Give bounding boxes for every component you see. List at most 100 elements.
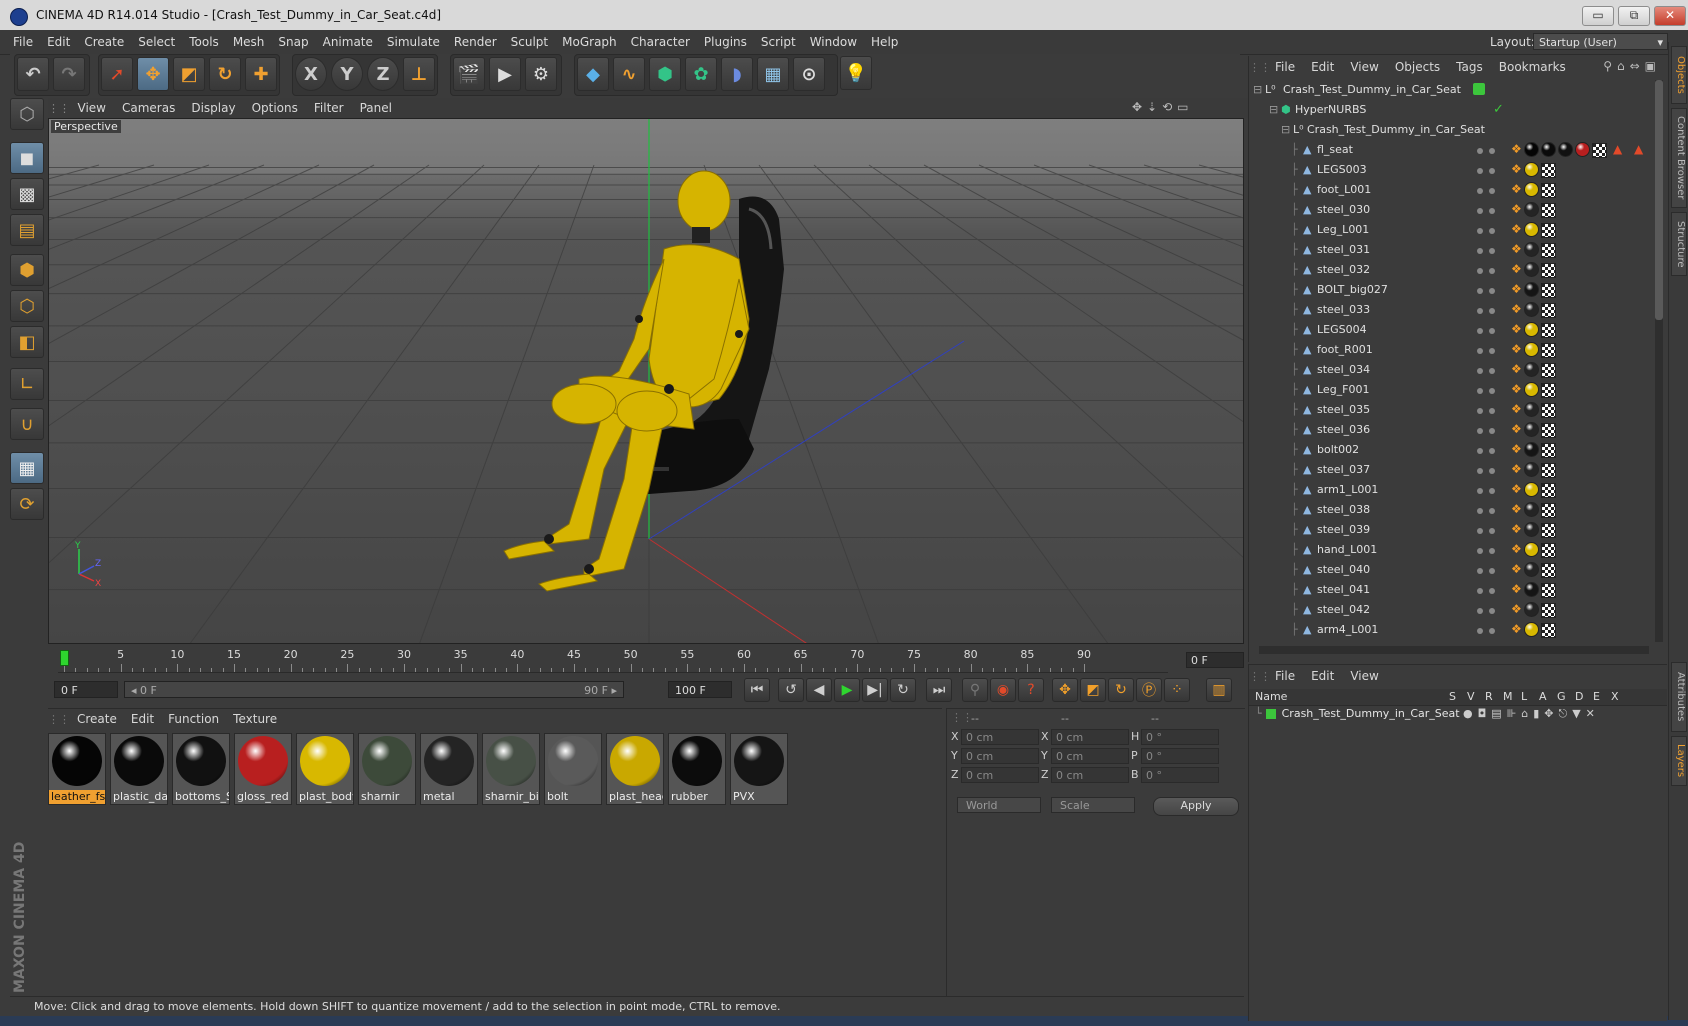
viewport-menu-filter[interactable]: Filter [306,98,352,118]
object-menu-view[interactable]: View [1342,56,1386,78]
uvw-tag-icon[interactable] [1541,343,1556,358]
phong-tag-icon[interactable]: ❖ [1511,562,1522,576]
menu-file[interactable]: File [6,30,40,54]
preview-range-slider[interactable]: ◂ 0 F 90 F ▸ [124,681,624,698]
enabled-check-icon[interactable]: ✓ [1493,102,1504,117]
coord-position-field[interactable]: 0 cm [961,767,1039,783]
move-tool-icon[interactable]: ✥ [137,57,169,91]
live-select-icon[interactable]: ✚ [245,57,277,91]
material-tag[interactable] [1524,462,1539,477]
phong-tag-icon[interactable]: ❖ [1511,502,1522,516]
object-row[interactable]: ├ ▲ arm4_L001 ❖ [1251,620,1651,640]
key-position-icon[interactable]: ✥ [1052,678,1078,702]
keyframe-selection-icon[interactable]: ? [1018,678,1044,702]
material-menu-edit[interactable]: Edit [124,709,161,729]
tab-layers[interactable]: Layers [1671,736,1687,786]
tab-content-browser[interactable]: Content Browser [1671,108,1687,208]
current-frame-field[interactable]: 0 F [1186,652,1244,668]
editor-visibility-dot[interactable] [1477,588,1483,594]
collapse-toggle-icon[interactable]: ⊟ [1253,83,1262,96]
object-row[interactable]: ├ ▲ foot_R001 ❖ [1251,340,1651,360]
y-axis-lock-button[interactable]: Y [331,57,363,91]
phong-tag-icon[interactable]: ❖ [1511,422,1522,436]
coord-size-field[interactable]: 0 cm [1051,748,1129,764]
phong-tag-icon[interactable]: ❖ [1511,362,1522,376]
uvw-tag-icon[interactable] [1541,603,1556,618]
visibility-dots[interactable] [1477,244,1505,256]
material-tag[interactable] [1524,622,1539,637]
uvw-tag-icon[interactable] [1541,443,1556,458]
menu-character[interactable]: Character [624,30,697,54]
autokey-icon[interactable]: ◉ [990,678,1016,702]
size-mode-select[interactable]: Scale [1051,797,1135,813]
menu-snap[interactable]: Snap [271,30,315,54]
visibility-dots[interactable] [1477,384,1505,396]
menu-window[interactable]: Window [803,30,864,54]
phong-tag-icon[interactable]: ❖ [1511,402,1522,416]
viewport-menu-view[interactable]: View [70,98,114,118]
editor-visibility-dot[interactable] [1477,228,1483,234]
material-tag[interactable] [1524,182,1539,197]
uvw-tag-icon[interactable] [1541,623,1556,638]
visibility-dots[interactable] [1477,584,1505,596]
visibility-dots[interactable] [1477,204,1505,216]
visibility-dots[interactable] [1477,504,1505,516]
uvw-tag-icon[interactable] [1541,203,1556,218]
make-editable-icon[interactable]: ⬡ [10,98,44,130]
material-tag[interactable] [1524,502,1539,517]
object-row[interactable]: ├ ▲ arm1_L001 ❖ [1251,480,1651,500]
timeline-playhead[interactable] [60,650,69,666]
phong-tag-icon[interactable]: ❖ [1511,482,1522,496]
render-visibility-dot[interactable] [1489,228,1495,234]
object-scroll-thumb[interactable] [1655,80,1663,320]
visibility-dots[interactable] [1477,284,1505,296]
key-pla-icon[interactable]: ⁘ [1164,678,1190,702]
editor-visibility-dot[interactable] [1477,348,1483,354]
uvw-tag-icon[interactable] [1541,403,1556,418]
layer-color-chip[interactable] [1473,83,1485,95]
play-icon[interactable]: ▶ [834,678,860,702]
render-visibility-dot[interactable] [1489,468,1495,474]
coord-size-field[interactable]: 0 cm [1051,729,1129,745]
apply-button[interactable]: Apply [1153,797,1239,816]
material-tag[interactable] [1524,522,1539,537]
coordinate-mode-select[interactable]: World [957,797,1041,813]
visibility-dots[interactable] [1477,184,1505,196]
phong-tag-icon[interactable]: ❖ [1511,202,1522,216]
uvw-tag-icon[interactable] [1541,303,1556,318]
menu-sculpt[interactable]: Sculpt [504,30,555,54]
visibility-dots[interactable] [1477,224,1505,236]
layer-toggle-icons[interactable]: ●◘▤⊪⌂▮✥⎋▼✕ [1463,707,1663,721]
render-visibility-dot[interactable] [1489,448,1495,454]
material-swatch[interactable]: metal [420,733,478,805]
tab-structure[interactable]: Structure [1671,212,1687,276]
uvw-tag-icon[interactable] [1541,383,1556,398]
material-menu-function[interactable]: Function [161,709,226,729]
soft-selection-icon[interactable]: ⟳ [10,488,44,520]
deformer-icon[interactable]: ◗ [721,57,753,91]
uvw-tag-icon[interactable] [1541,483,1556,498]
uvw-tag-icon[interactable] [1541,583,1556,598]
spline-icon[interactable]: ∿ [613,57,645,91]
editor-visibility-dot[interactable] [1477,428,1483,434]
layer-menu-file[interactable]: File [1267,665,1303,687]
collapse-toggle-icon[interactable]: ⊟ [1281,123,1290,136]
render-visibility-dot[interactable] [1489,388,1495,394]
render-visibility-dot[interactable] [1489,328,1495,334]
visibility-dots[interactable] [1477,324,1505,336]
render-visibility-dot[interactable] [1489,288,1495,294]
layer-menu-edit[interactable]: Edit [1303,665,1342,687]
visibility-dots[interactable] [1477,404,1505,416]
menu-simulate[interactable]: Simulate [380,30,447,54]
phong-tag-icon[interactable]: ❖ [1511,302,1522,316]
loop-back-icon[interactable]: ↺ [778,678,804,702]
material-tag[interactable] [1524,422,1539,437]
render-visibility-dot[interactable] [1489,628,1495,634]
uvw-tag-icon[interactable] [1541,283,1556,298]
material-tag[interactable] [1524,402,1539,417]
viewport-menu-options[interactable]: Options [244,98,306,118]
material-tag[interactable] [1524,322,1539,337]
editor-visibility-dot[interactable] [1477,408,1483,414]
visibility-dots[interactable] [1477,144,1505,156]
material-swatch[interactable]: bottoms_St [172,733,230,805]
